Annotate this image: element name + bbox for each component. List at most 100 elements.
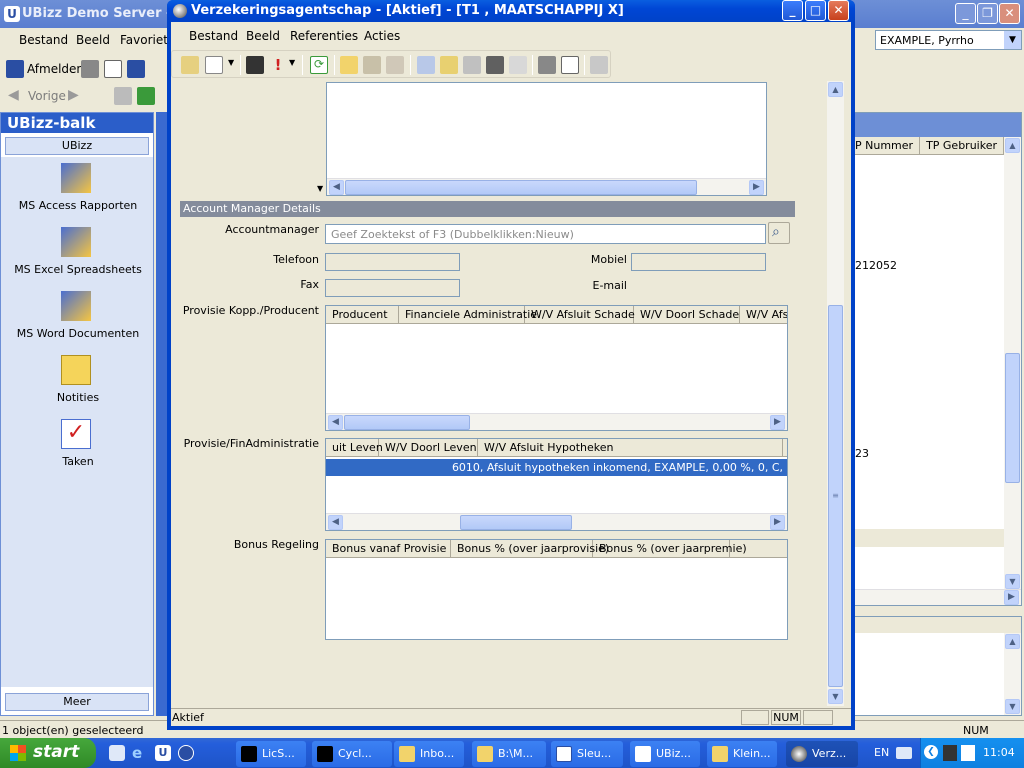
link-ms-access[interactable]: MS Access Rapporten <box>3 199 153 212</box>
scroll-right-icon[interactable]: ▶ <box>770 515 785 530</box>
keyboard-icon[interactable] <box>127 60 145 78</box>
dialog-maximize-button[interactable]: □ <box>805 0 826 21</box>
main-restore-button[interactable]: ❐ <box>977 3 998 24</box>
column-bonus-jaarpremie[interactable]: Bonus % (over jaarpremie) <box>593 540 747 557</box>
tray-app-icon[interactable] <box>961 745 975 761</box>
dropdown-arrow-icon[interactable]: ▼ <box>289 58 295 67</box>
scroll-right-icon[interactable]: ▶ <box>770 415 785 430</box>
home-icon[interactable] <box>114 87 132 105</box>
scroll-down-icon[interactable]: ▼ <box>1005 699 1020 714</box>
link-ms-word[interactable]: MS Word Documenten <box>3 327 153 340</box>
taskbar-item-sleu[interactable]: Sleu... <box>551 741 623 767</box>
dialog-minimize-button[interactable]: _ <box>782 0 803 21</box>
main-close-button[interactable]: ✕ <box>999 3 1020 24</box>
main-menu-beeld[interactable]: Beeld <box>76 30 110 50</box>
dialog-menu-referenties[interactable]: Referenties <box>290 26 358 46</box>
tray-app-icon[interactable] <box>943 745 957 761</box>
alert-icon[interactable]: ! <box>269 56 287 74</box>
dropdown-arrow-icon[interactable]: ▼ <box>317 184 323 193</box>
scroll-up-icon[interactable]: ▲ <box>1005 138 1020 153</box>
start-button[interactable]: start <box>0 738 96 768</box>
column-p-nummer[interactable]: P Nummer <box>849 137 921 154</box>
preview-icon[interactable] <box>104 60 122 78</box>
taskbar-item-inbox[interactable]: Inbo... <box>394 741 464 767</box>
link-notities[interactable]: Notities <box>3 391 153 404</box>
folder-new-icon[interactable] <box>340 56 358 74</box>
scroll-down-icon[interactable]: ▼ <box>1005 574 1020 589</box>
approve-icon[interactable] <box>463 56 481 74</box>
scroll-down-icon[interactable]: ▼ <box>828 689 843 704</box>
column-bonus-jaarprovisie[interactable]: Bonus % (over jaarprovisie) <box>451 540 609 557</box>
dialog-menu-bestand[interactable]: Bestand <box>189 26 238 46</box>
main-minimize-button[interactable]: _ <box>955 3 976 24</box>
scroll-left-icon[interactable]: ◀ <box>328 415 343 430</box>
ms-word-icon[interactable] <box>61 291 91 321</box>
accountmanager-input[interactable]: Geef Zoektekst of F3 (Dubbelklikken:Nieu… <box>325 224 766 244</box>
import-icon[interactable] <box>440 56 458 74</box>
column-wv-afsluit-hypotheken[interactable]: W/V Afsluit Hypotheken <box>478 439 783 456</box>
dropdown-arrow-icon[interactable]: ▼ <box>228 58 234 67</box>
scroll-right-icon[interactable]: ▶ <box>749 180 764 195</box>
scroll-thumb[interactable] <box>460 515 572 530</box>
taskbar-item-klein[interactable]: Klein... <box>707 741 777 767</box>
scroll-thumb[interactable] <box>344 415 470 430</box>
print-preview-icon[interactable] <box>561 56 579 74</box>
tray-expand-icon[interactable]: ❮ <box>924 745 938 759</box>
export-icon[interactable] <box>417 56 435 74</box>
scroll-up-icon[interactable]: ▲ <box>1005 634 1020 649</box>
main-menu-bestand[interactable]: Bestand <box>19 30 68 50</box>
link-ms-excel[interactable]: MS Excel Spreadsheets <box>3 263 153 276</box>
detail-scrollbar[interactable]: ▲ ▼ <box>1004 633 1021 715</box>
upper-grid-hscroll[interactable]: ◀ ▶ <box>327 178 766 195</box>
search-document-icon[interactable] <box>386 56 404 74</box>
column-wv-doorl-leven[interactable]: W/V Doorl Leven <box>379 439 478 456</box>
column-bonus-vanaf[interactable]: Bonus vanaf Provisie <box>326 540 451 557</box>
column-wv-afsluit-schade[interactable]: W/V Afsluit Schade <box>525 306 635 323</box>
dialog-menu-acties[interactable]: Acties <box>364 26 400 46</box>
taskbar-item-cycl[interactable]: Cycl... <box>312 741 392 767</box>
ms-excel-icon[interactable] <box>61 227 91 257</box>
ms-access-icon[interactable] <box>61 163 91 193</box>
taskbar-item-lics[interactable]: LicS... <box>236 741 306 767</box>
user-select[interactable]: EXAMPLE, Pyrrho ▼ <box>875 30 1022 50</box>
chevron-down-icon[interactable]: ▼ <box>1004 31 1021 49</box>
list-horizontal-scrollbar[interactable]: ▶ <box>849 589 1021 605</box>
dialog-menu-beeld[interactable]: Beeld <box>246 26 280 46</box>
tasks-icon[interactable]: ✓ <box>61 419 91 449</box>
notes-icon[interactable] <box>61 355 91 385</box>
add-icon[interactable] <box>137 87 155 105</box>
taskbar-item-ubizz[interactable]: UBiz... <box>630 741 700 767</box>
fax-field[interactable] <box>325 279 460 297</box>
table-row[interactable]: 6010, Afsluit hypotheken inkomend, EXAMP… <box>326 459 787 476</box>
search-button[interactable]: ⌕ <box>768 222 790 244</box>
quicklaunch-app-icon[interactable] <box>178 745 194 761</box>
provisie-kopp-hscroll[interactable]: ◀ ▶ <box>326 413 787 430</box>
logoff-button[interactable]: Afmelden <box>27 62 84 76</box>
telefoon-field[interactable] <box>325 253 460 271</box>
refresh-icon[interactable]: ⟳ <box>310 56 328 74</box>
list-vertical-scrollbar[interactable]: ▲ ▼ <box>1004 137 1021 591</box>
print-icon[interactable] <box>538 56 556 74</box>
cut-icon[interactable] <box>509 56 527 74</box>
column-wv-doorl-schade[interactable]: W/V Doorl Schade <box>634 306 740 323</box>
dialog-close-button[interactable]: ✕ <box>828 0 849 21</box>
properties-icon[interactable] <box>590 56 608 74</box>
back-arrow-icon[interactable]: ◀ <box>8 87 19 103</box>
new-document-icon[interactable] <box>205 56 223 74</box>
forward-arrow-icon[interactable]: ▶ <box>68 87 79 103</box>
copy-icon[interactable] <box>181 56 199 74</box>
print-icon[interactable] <box>81 60 99 78</box>
column-wv-afs[interactable]: W/V Afs <box>740 306 787 323</box>
mobiel-field[interactable] <box>631 253 766 271</box>
column-producent[interactable]: Producent <box>326 306 399 323</box>
scroll-up-icon[interactable]: ▲ <box>828 82 843 97</box>
quicklaunch-explorer-icon[interactable] <box>109 745 125 761</box>
keyboard-icon[interactable] <box>896 747 912 759</box>
column-fin-admin[interactable]: Financiele Administratie <box>399 306 537 323</box>
save-icon[interactable] <box>246 56 264 74</box>
clock[interactable]: 11:04 <box>983 746 1015 759</box>
scroll-thumb[interactable] <box>1005 353 1020 483</box>
dialog-vertical-scrollbar[interactable]: ▲ ≡ ▼ <box>827 81 844 706</box>
back-button[interactable]: Vorige <box>28 89 66 103</box>
more-button[interactable]: Meer <box>5 693 149 711</box>
